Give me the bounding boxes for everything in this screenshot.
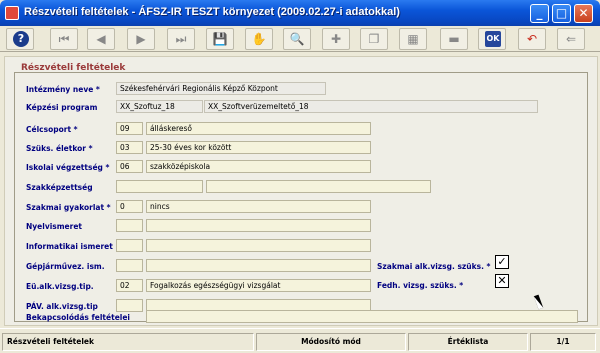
- section-title: Részvételi feltételek: [21, 63, 126, 73]
- eualk-code-field[interactable]: 02: [116, 279, 143, 292]
- copy-button[interactable]: ❐: [360, 28, 388, 50]
- label-text: Iskolai végzettség: [26, 163, 103, 172]
- label-text: Szakmai gyakorlat: [26, 203, 105, 212]
- label-text: Szüks. életkor: [26, 144, 86, 153]
- next-record-button[interactable]: ▶: [127, 28, 155, 50]
- label-eletkor: Szüks. életkor *: [26, 144, 93, 153]
- label-eualk: Eü.alk.vizsg.tip.: [26, 282, 94, 291]
- required-mark: *: [71, 125, 78, 134]
- status-bar: Részvételi feltételek Módosító mód Érték…: [0, 328, 600, 353]
- szakkepzettseg-name-field[interactable]: [206, 180, 431, 193]
- vegzettseg-name-field[interactable]: szakközépiskola: [146, 160, 371, 173]
- magnifier-icon: 🔍: [289, 32, 305, 46]
- app-icon: [5, 6, 19, 20]
- insert-button[interactable]: ✚: [322, 28, 350, 50]
- nyelvismeret-code-field[interactable]: [116, 219, 143, 232]
- delete-row-icon: ▬: [448, 32, 460, 46]
- label-intezmeny: Intézmény neve *: [26, 85, 100, 94]
- required-mark: *: [102, 163, 110, 172]
- label-nyelvismeret: Nyelvismeret: [26, 222, 83, 231]
- grid-icon: ▦: [407, 32, 419, 46]
- label-szakkepzettseg: Szakképzettség: [26, 183, 93, 192]
- label-fedh: Fedh. vizsg. szüks. *: [377, 281, 464, 290]
- gepjarmu-code-field[interactable]: [116, 259, 143, 272]
- gyakorlat-code-field[interactable]: 0: [116, 200, 143, 213]
- exit-button[interactable]: ⇐: [557, 28, 585, 50]
- save-button[interactable]: 💾: [206, 28, 234, 50]
- ok-button[interactable]: OK: [478, 28, 506, 50]
- eletkor-code-field[interactable]: 03: [116, 141, 143, 154]
- last-record-button[interactable]: ⏭: [167, 28, 195, 50]
- undo-icon: ↶: [526, 32, 538, 46]
- help-icon: ?: [13, 31, 29, 47]
- label-informatikai: Informatikai ismeret: [26, 242, 113, 251]
- label-gyakorlat: Szakmai gyakorlat *: [26, 203, 111, 212]
- close-button[interactable]: ✕: [574, 4, 593, 23]
- ok-icon: OK: [485, 31, 501, 47]
- szakmai-alk-checkbox[interactable]: ✓: [495, 255, 509, 269]
- informatikai-name-field[interactable]: [146, 239, 371, 252]
- label-text: Intézmény neve: [26, 85, 94, 94]
- exit-icon: ⇐: [565, 32, 577, 46]
- insert-icon: ✚: [330, 32, 342, 46]
- search-button[interactable]: ✋: [245, 28, 273, 50]
- bekapcsolodas-field[interactable]: [146, 310, 578, 323]
- required-mark: *: [104, 203, 111, 212]
- help-button[interactable]: ?: [6, 28, 34, 50]
- label-gepjarmu: Gépjárművez. ism.: [26, 262, 105, 271]
- label-bekapcsolodas: Bekapcsolódás feltételei: [26, 313, 131, 322]
- content-area: Részvételi feltételek Intézmény neve * S…: [0, 52, 600, 328]
- save-icon: 💾: [212, 32, 228, 46]
- last-record-icon: ⏭: [175, 32, 187, 46]
- label-kepzesi: Képzési program: [26, 103, 98, 112]
- status-list: Értéklista: [408, 333, 528, 351]
- status-page: 1/1: [530, 333, 596, 351]
- vegzettseg-code-field[interactable]: 06: [116, 160, 143, 173]
- eualk-name-field[interactable]: Fogalkozás egészségügyi vizsgálat: [146, 279, 371, 292]
- check-icon: ✓: [497, 255, 507, 268]
- minimize-button[interactable]: _: [530, 4, 549, 23]
- next-record-icon: ▶: [136, 32, 146, 46]
- nyelvismeret-name-field[interactable]: [146, 219, 371, 232]
- toolbar: ? ⏮ ◀ ▶ ⏭ 💾 ✋ 🔍 ✚ ❐ ▦ ▬ OK ↶ ⇐: [0, 26, 600, 52]
- label-vegzettseg: Iskolai végzettség *: [26, 163, 109, 172]
- label-szakmai-alk: Szakmai alk.vizsg. szüks. *: [377, 262, 491, 271]
- status-mode: Módosító mód: [256, 333, 406, 351]
- prev-record-icon: ◀: [96, 32, 106, 46]
- kepzesi-name-field[interactable]: XX_Szoftverüzemeltető_18: [204, 100, 538, 113]
- first-record-icon: ⏮: [58, 32, 70, 46]
- kepzesi-code-field[interactable]: XX_Szoftuz_18: [116, 100, 203, 113]
- szakkepzettseg-code-field[interactable]: [116, 180, 203, 193]
- delete-row-button[interactable]: ▬: [440, 28, 468, 50]
- grid-button[interactable]: ▦: [399, 28, 427, 50]
- gyakorlat-name-field[interactable]: nincs: [146, 200, 371, 213]
- hand-icon: ✋: [251, 32, 267, 46]
- intezmeny-field[interactable]: Székesfehérvári Regionális Képző Központ: [116, 82, 326, 95]
- status-title: Részvételi feltételek: [2, 333, 254, 351]
- celcsoport-code-field[interactable]: 09: [116, 122, 143, 135]
- label-pav: PÁV. alk.vizsg.tip: [26, 302, 98, 311]
- title-bar: Részvételi feltételek - ÁFSZ-IR TESZT kö…: [0, 0, 600, 26]
- fedh-checkbox[interactable]: ✕: [495, 274, 509, 288]
- required-mark: *: [93, 85, 100, 94]
- undo-button[interactable]: ↶: [518, 28, 546, 50]
- cross-icon: ✕: [497, 274, 507, 287]
- find-button[interactable]: 🔍: [283, 28, 311, 50]
- required-mark: *: [86, 144, 93, 153]
- gepjarmu-name-field[interactable]: [146, 259, 371, 272]
- copy-icon: ❐: [368, 32, 380, 46]
- label-text: Célcsoport: [26, 125, 72, 134]
- pav-code-field[interactable]: [116, 299, 143, 312]
- celcsoport-name-field[interactable]: álláskereső: [146, 122, 371, 135]
- label-celcsoport: Célcsoport *: [26, 125, 78, 134]
- form-panel: Részvételi feltételek Intézmény neve * S…: [4, 56, 598, 326]
- prev-record-button[interactable]: ◀: [87, 28, 115, 50]
- maximize-button[interactable]: □: [552, 4, 571, 23]
- first-record-button[interactable]: ⏮: [50, 28, 78, 50]
- eletkor-name-field[interactable]: 25-30 éves kor között: [146, 141, 371, 154]
- informatikai-code-field[interactable]: [116, 239, 143, 252]
- window-title: Részvételi feltételek - ÁFSZ-IR TESZT kö…: [24, 6, 400, 18]
